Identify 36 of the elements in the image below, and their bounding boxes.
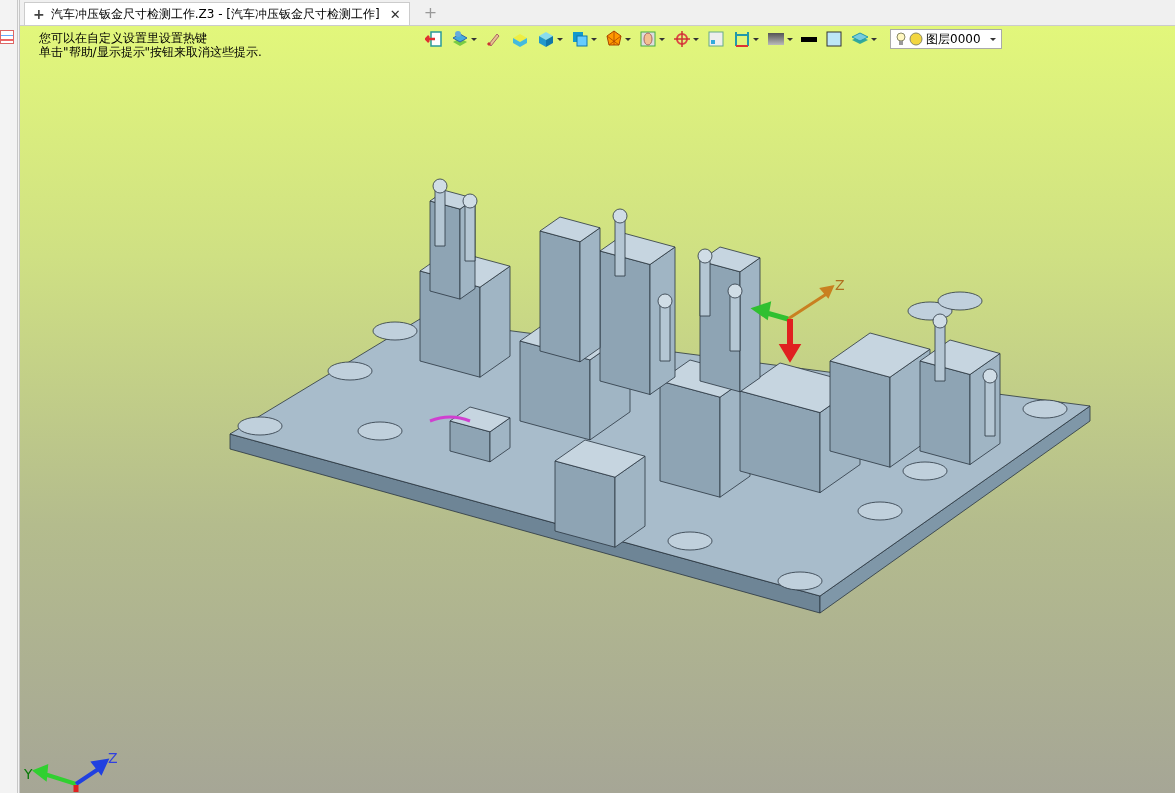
caret-icon bbox=[990, 37, 996, 41]
layer-dropdown[interactable]: 图层0000 bbox=[890, 29, 1002, 49]
circle-icon bbox=[909, 32, 923, 46]
axis-label: Y bbox=[24, 766, 33, 782]
caret-icon bbox=[471, 37, 477, 41]
axis-label: Z bbox=[835, 277, 845, 293]
list-icon[interactable] bbox=[0, 30, 14, 44]
crosshair-icon bbox=[673, 30, 691, 48]
frame-icon bbox=[639, 30, 657, 48]
view-icon bbox=[571, 30, 589, 48]
layer-value: 图层0000 bbox=[926, 30, 982, 48]
tab-title: 汽车冲压钣金尺寸检测工作.Z3 - [汽车冲压钣金尺寸检测工作] bbox=[50, 5, 380, 23]
cube-icon bbox=[537, 30, 555, 48]
caret-icon bbox=[557, 37, 563, 41]
toolbar-button[interactable] bbox=[800, 35, 818, 43]
caret-icon bbox=[871, 37, 877, 41]
plus-icon: + bbox=[33, 6, 45, 22]
square-icon bbox=[825, 30, 843, 48]
polygon-icon bbox=[605, 30, 623, 48]
axis-label: Z bbox=[108, 750, 118, 766]
caret-icon bbox=[591, 37, 597, 41]
exit-icon bbox=[425, 30, 443, 48]
lightbulb-icon bbox=[896, 31, 906, 47]
bracket-icon bbox=[733, 30, 751, 48]
caret-icon bbox=[787, 37, 793, 41]
caret-icon bbox=[625, 37, 631, 41]
layers-icon bbox=[451, 30, 469, 48]
hint-text: 单击"帮助/显示提示"按钮来取消这些提示. bbox=[39, 45, 262, 59]
hint-text: 您可以在自定义设置里设置热键 bbox=[39, 31, 208, 45]
caret-icon bbox=[659, 37, 665, 41]
caret-icon bbox=[693, 37, 699, 41]
close-button[interactable]: ✕ bbox=[389, 6, 401, 22]
document-tab[interactable]: + 汽车冲压钣金尺寸检测工作.Z3 - [汽车冲压钣金尺寸检测工作] ✕ bbox=[24, 2, 410, 25]
caret-icon bbox=[753, 37, 759, 41]
gradient-icon bbox=[767, 30, 785, 48]
window-icon bbox=[707, 30, 725, 48]
